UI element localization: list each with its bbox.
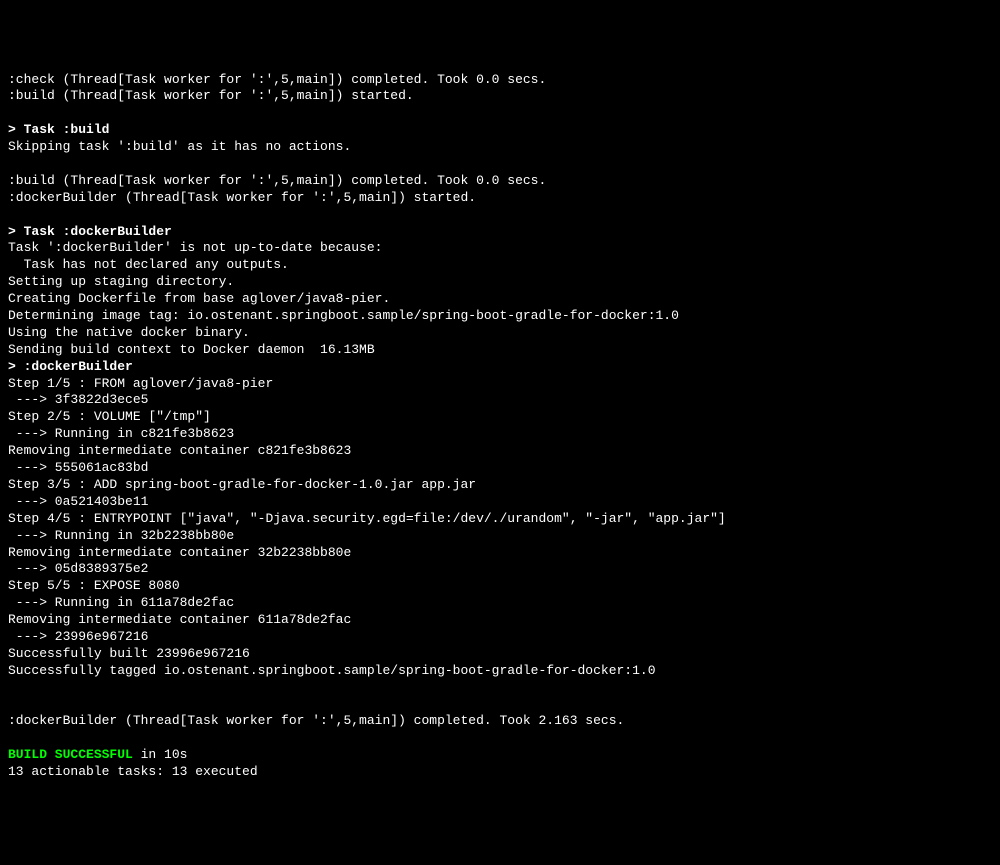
terminal-line: Removing intermediate container c821fe3b…	[8, 443, 992, 460]
build-status-line: BUILD SUCCESSFUL in 10s	[8, 747, 992, 764]
terminal-line: Step 5/5 : EXPOSE 8080	[8, 578, 992, 595]
terminal-line: Using the native docker binary.	[8, 325, 992, 342]
terminal-line: Step 3/5 : ADD spring-boot-gradle-for-do…	[8, 477, 992, 494]
build-status-prefix: BUILD SUCCESSFUL	[8, 747, 133, 762]
terminal-line: ---> Running in 32b2238bb80e	[8, 528, 992, 545]
terminal-line: > :dockerBuilder	[8, 359, 992, 376]
terminal-line: Removing intermediate container 32b2238b…	[8, 545, 992, 562]
terminal-line: Step 4/5 : ENTRYPOINT ["java", "-Djava.s…	[8, 511, 992, 528]
terminal-line	[8, 207, 992, 224]
terminal-line: > Task :dockerBuilder	[8, 224, 992, 241]
terminal-line: :build (Thread[Task worker for ':',5,mai…	[8, 88, 992, 105]
terminal-line	[8, 730, 992, 747]
build-status-suffix: in 10s	[133, 747, 188, 762]
terminal-line: Sending build context to Docker daemon 1…	[8, 342, 992, 359]
terminal-line	[8, 697, 992, 714]
terminal-line: ---> Running in c821fe3b8623	[8, 426, 992, 443]
terminal-line: ---> 23996e967216	[8, 629, 992, 646]
terminal-line: Creating Dockerfile from base aglover/ja…	[8, 291, 992, 308]
terminal-line: :dockerBuilder (Thread[Task worker for '…	[8, 190, 992, 207]
terminal-line: ---> 3f3822d3ece5	[8, 392, 992, 409]
terminal-line: Successfully tagged io.ostenant.springbo…	[8, 663, 992, 680]
terminal-line: Step 2/5 : VOLUME ["/tmp"]	[8, 409, 992, 426]
terminal-line: Successfully built 23996e967216	[8, 646, 992, 663]
terminal-line: ---> 0a521403be11	[8, 494, 992, 511]
terminal-line: Task has not declared any outputs.	[8, 257, 992, 274]
terminal-line: ---> 555061ac83bd	[8, 460, 992, 477]
terminal-line	[8, 156, 992, 173]
terminal-line: :build (Thread[Task worker for ':',5,mai…	[8, 173, 992, 190]
terminal-line: Step 1/5 : FROM aglover/java8-pier	[8, 376, 992, 393]
terminal-line	[8, 105, 992, 122]
terminal-line: > Task :build	[8, 122, 992, 139]
terminal-line: :check (Thread[Task worker for ':',5,mai…	[8, 72, 992, 89]
terminal-line: ---> 05d8389375e2	[8, 561, 992, 578]
terminal-line	[8, 680, 992, 697]
terminal-line: Determining image tag: io.ostenant.sprin…	[8, 308, 992, 325]
terminal-line: Task ':dockerBuilder' is not up-to-date …	[8, 240, 992, 257]
terminal-line: Setting up staging directory.	[8, 274, 992, 291]
terminal-line: :dockerBuilder (Thread[Task worker for '…	[8, 713, 992, 730]
terminal-line: Removing intermediate container 611a78de…	[8, 612, 992, 629]
task-summary-line: 13 actionable tasks: 13 executed	[8, 764, 992, 781]
terminal-line: ---> Running in 611a78de2fac	[8, 595, 992, 612]
terminal-output: :check (Thread[Task worker for ':',5,mai…	[8, 72, 992, 781]
terminal-line: Skipping task ':build' as it has no acti…	[8, 139, 992, 156]
